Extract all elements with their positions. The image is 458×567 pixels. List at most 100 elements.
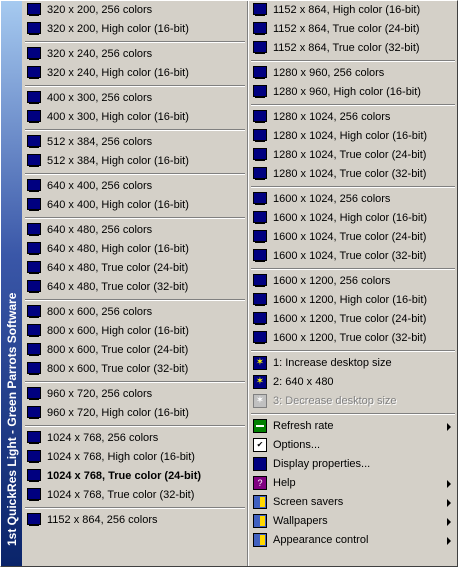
resolution-menu-item[interactable]: 320 x 240, 256 colors	[23, 45, 247, 64]
menu-item-label: 400 x 300, 256 colors	[47, 92, 153, 104]
resolution-menu-item[interactable]: 400 x 300, 256 colors	[23, 89, 247, 108]
resolution-menu-item[interactable]: 1600 x 1200, True color (32-bit)	[249, 329, 457, 348]
monitor-icon	[27, 488, 41, 501]
resolution-menu-item[interactable]: 1280 x 1024, True color (24-bit)	[249, 146, 457, 165]
resolution-menu-item[interactable]: 640 x 400, High color (16-bit)	[23, 196, 247, 215]
resolution-menu-item[interactable]: 1024 x 768, True color (24-bit)	[23, 467, 247, 486]
resolution-menu-item[interactable]: 1280 x 960, 256 colors	[249, 64, 457, 83]
monitor-icon	[253, 22, 267, 35]
resolution-menu-item[interactable]: 640 x 400, 256 colors	[23, 177, 247, 196]
menu-item-label: 1: Increase desktop size	[273, 357, 392, 369]
resolution-menu-item[interactable]: 1600 x 1024, 256 colors	[249, 190, 457, 209]
resolution-menu-item[interactable]: 1152 x 864, 256 colors	[23, 511, 247, 530]
monitor-icon	[253, 192, 267, 205]
resolution-menu-item[interactable]: 512 x 384, 256 colors	[23, 133, 247, 152]
menu-item-label: 1152 x 864, True color (32-bit)	[273, 42, 420, 54]
menu-item-label: 512 x 384, 256 colors	[47, 136, 153, 148]
resolution-menu-item[interactable]: 1600 x 1200, 256 colors	[249, 272, 457, 291]
command-menu-item[interactable]: ? Help	[249, 474, 457, 493]
resolution-menu-item[interactable]: 960 x 720, 256 colors	[23, 385, 247, 404]
resolution-menu-item[interactable]: 1152 x 864, True color (32-bit)	[249, 39, 457, 58]
monitor-icon	[27, 343, 41, 356]
resolution-menu-item[interactable]: 640 x 480, True color (24-bit)	[23, 259, 247, 278]
command-menu-item[interactable]: Refresh rate	[249, 417, 457, 436]
resolution-menu-item[interactable]: 640 x 480, True color (32-bit)	[23, 278, 247, 297]
appearance-control-icon	[253, 533, 267, 547]
resolution-menu-item[interactable]: 640 x 480, 256 colors	[23, 221, 247, 240]
resolution-menu-item[interactable]: 1600 x 1024, True color (24-bit)	[249, 228, 457, 247]
resolution-menu-item[interactable]: 1280 x 1024, High color (16-bit)	[249, 127, 457, 146]
resolution-menu-item[interactable]: 800 x 600, True color (32-bit)	[23, 360, 247, 379]
sun-icon: ✶	[253, 394, 267, 408]
monitor-icon	[27, 280, 41, 293]
submenu-arrow-icon	[447, 423, 451, 431]
menu-item-label: 1280 x 1024, High color (16-bit)	[273, 130, 428, 142]
desktop-size-menu-item[interactable]: ✶ 2: 640 x 480	[249, 373, 457, 392]
menu-item-label: 320 x 200, 256 colors	[47, 4, 153, 16]
menu-item-label: 320 x 200, High color (16-bit)	[47, 23, 189, 35]
resolution-menu-item[interactable]: 1600 x 1200, True color (24-bit)	[249, 310, 457, 329]
resolution-menu-item[interactable]: 1024 x 768, True color (32-bit)	[23, 486, 247, 505]
display-properties-icon	[253, 457, 267, 471]
resolution-menu-item[interactable]: 400 x 300, High color (16-bit)	[23, 108, 247, 127]
resolution-menu-item[interactable]: 1152 x 864, High color (16-bit)	[249, 1, 457, 20]
submenu-arrow-icon	[447, 537, 451, 545]
monitor-icon	[27, 223, 41, 236]
monitor-icon	[253, 230, 267, 243]
monitor-icon	[253, 249, 267, 262]
menu-column-2: 1152 x 864, High color (16-bit) 1152 x 86…	[249, 1, 457, 550]
command-menu-item[interactable]: Wallpapers	[249, 512, 457, 531]
resolution-menu-item[interactable]: 1024 x 768, 256 colors	[23, 429, 247, 448]
monitor-icon	[27, 66, 41, 79]
menu-item-label: 640 x 480, High color (16-bit)	[47, 243, 189, 255]
sun-icon: ✶	[253, 356, 267, 370]
command-menu-item[interactable]: Display properties...	[249, 455, 457, 474]
menu-item-label: 800 x 600, High color (16-bit)	[47, 325, 189, 337]
menu-item-label: 1280 x 1024, True color (32-bit)	[273, 168, 427, 180]
resolution-menu-item[interactable]: 512 x 384, High color (16-bit)	[23, 152, 247, 171]
menu-item-label: 320 x 240, 256 colors	[47, 48, 153, 60]
help-book-icon: ?	[253, 476, 267, 490]
resolution-menu-item[interactable]: 960 x 720, High color (16-bit)	[23, 404, 247, 423]
monitor-icon	[27, 450, 41, 463]
monitor-icon	[253, 211, 267, 224]
command-menu-item[interactable]: ✔ Options...	[249, 436, 457, 455]
resolution-menu-item[interactable]: 800 x 600, 256 colors	[23, 303, 247, 322]
resolution-menu-item[interactable]: 800 x 600, High color (16-bit)	[23, 322, 247, 341]
resolution-menu-item[interactable]: 1280 x 960, High color (16-bit)	[249, 83, 457, 102]
menu-item-label: 1600 x 1200, True color (32-bit)	[273, 332, 427, 344]
resolution-menu-item[interactable]: 1024 x 768, High color (16-bit)	[23, 448, 247, 467]
menu-item-label: 1600 x 1200, 256 colors	[273, 275, 391, 287]
submenu-arrow-icon	[447, 499, 451, 507]
resolution-menu-item[interactable]: 1280 x 1024, 256 colors	[249, 108, 457, 127]
monitor-icon	[27, 242, 41, 255]
monitor-icon	[27, 3, 41, 16]
resolution-menu-item[interactable]: 1600 x 1200, High color (16-bit)	[249, 291, 457, 310]
resolution-menu-item[interactable]: 800 x 600, True color (24-bit)	[23, 341, 247, 360]
monitor-icon	[27, 22, 41, 35]
resolution-menu-item[interactable]: 320 x 240, High color (16-bit)	[23, 64, 247, 83]
resolution-menu-item[interactable]: 320 x 200, High color (16-bit)	[23, 20, 247, 39]
monitor-icon	[27, 198, 41, 211]
monitor-icon	[27, 362, 41, 375]
menu-item-label: 640 x 480, 256 colors	[47, 224, 153, 236]
resolution-menu-item[interactable]: 640 x 480, High color (16-bit)	[23, 240, 247, 259]
resolution-menu-item[interactable]: 320 x 200, 256 colors	[23, 1, 247, 20]
resolution-menu-item[interactable]: 1600 x 1024, True color (32-bit)	[249, 247, 457, 266]
monitor-icon	[27, 91, 41, 104]
resolution-menu-item[interactable]: 1600 x 1024, High color (16-bit)	[249, 209, 457, 228]
menu-item-label: 640 x 400, 256 colors	[47, 180, 153, 192]
menu-item-label: 1152 x 864, True color (24-bit)	[273, 23, 420, 35]
sun-icon: ✶	[253, 375, 267, 389]
menu-item-label: Display properties...	[273, 458, 371, 470]
resolution-menu-item[interactable]: 1280 x 1024, True color (32-bit)	[249, 165, 457, 184]
monitor-icon	[253, 85, 267, 98]
resolution-menu-item[interactable]: 1152 x 864, True color (24-bit)	[249, 20, 457, 39]
command-menu-item[interactable]: Appearance control	[249, 531, 457, 550]
desktop-size-menu-item[interactable]: ✶ 1: Increase desktop size	[249, 354, 457, 373]
menu-item-label: 1600 x 1024, True color (24-bit)	[273, 231, 427, 243]
menu-item-label: 1280 x 1024, True color (24-bit)	[273, 149, 427, 161]
command-menu-item[interactable]: Screen savers	[249, 493, 457, 512]
menu-item-label: 1600 x 1024, 256 colors	[273, 193, 391, 205]
menu-item-label: 1024 x 768, True color (32-bit)	[47, 489, 195, 501]
